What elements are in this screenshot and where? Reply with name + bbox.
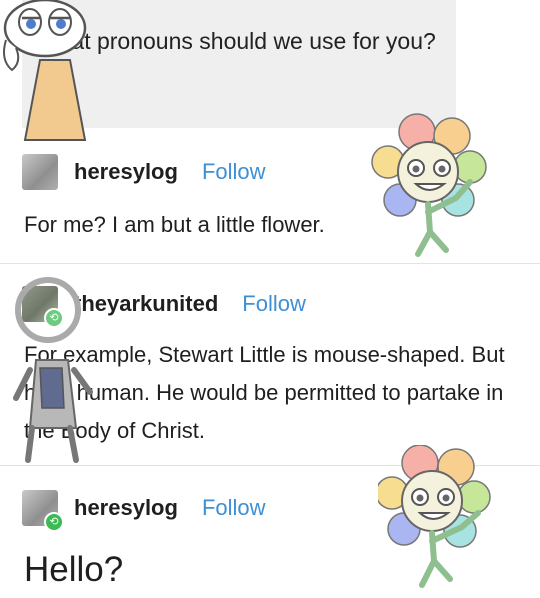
flower-character-doodle: [378, 445, 491, 588]
post-divider: [0, 263, 540, 264]
follow-button[interactable]: Follow: [242, 291, 306, 317]
flower-character-doodle: [371, 113, 487, 257]
username[interactable]: theyarkunited: [74, 291, 218, 317]
username[interactable]: heresylog: [74, 159, 178, 185]
post-text-2: For example, Stewart Little is mouse-sha…: [24, 342, 505, 443]
username[interactable]: heresylog: [74, 495, 178, 521]
tumblr-post-thread: what pronouns should we use for you? her…: [0, 0, 540, 598]
avatar[interactable]: ⟲: [22, 286, 64, 328]
avatar[interactable]: [22, 154, 58, 190]
post-header-1: heresylog Follow: [22, 152, 266, 192]
post-text-3: Hello?: [24, 550, 124, 589]
reblog-icon: ⟲: [44, 308, 64, 328]
post-divider: [0, 465, 540, 466]
ask-box: [22, 0, 456, 128]
post-text-1: For me? I am but a little flower.: [24, 212, 325, 237]
post-header-3: ⟲ heresylog Follow: [22, 488, 266, 532]
avatar[interactable]: ⟲: [22, 490, 64, 532]
ask-question: what pronouns should we use for you?: [42, 28, 436, 54]
follow-button[interactable]: Follow: [202, 495, 266, 521]
follow-button[interactable]: Follow: [202, 159, 266, 185]
reblog-icon: ⟲: [44, 512, 64, 532]
post-header-2: ⟲ theyarkunited Follow: [22, 284, 306, 328]
